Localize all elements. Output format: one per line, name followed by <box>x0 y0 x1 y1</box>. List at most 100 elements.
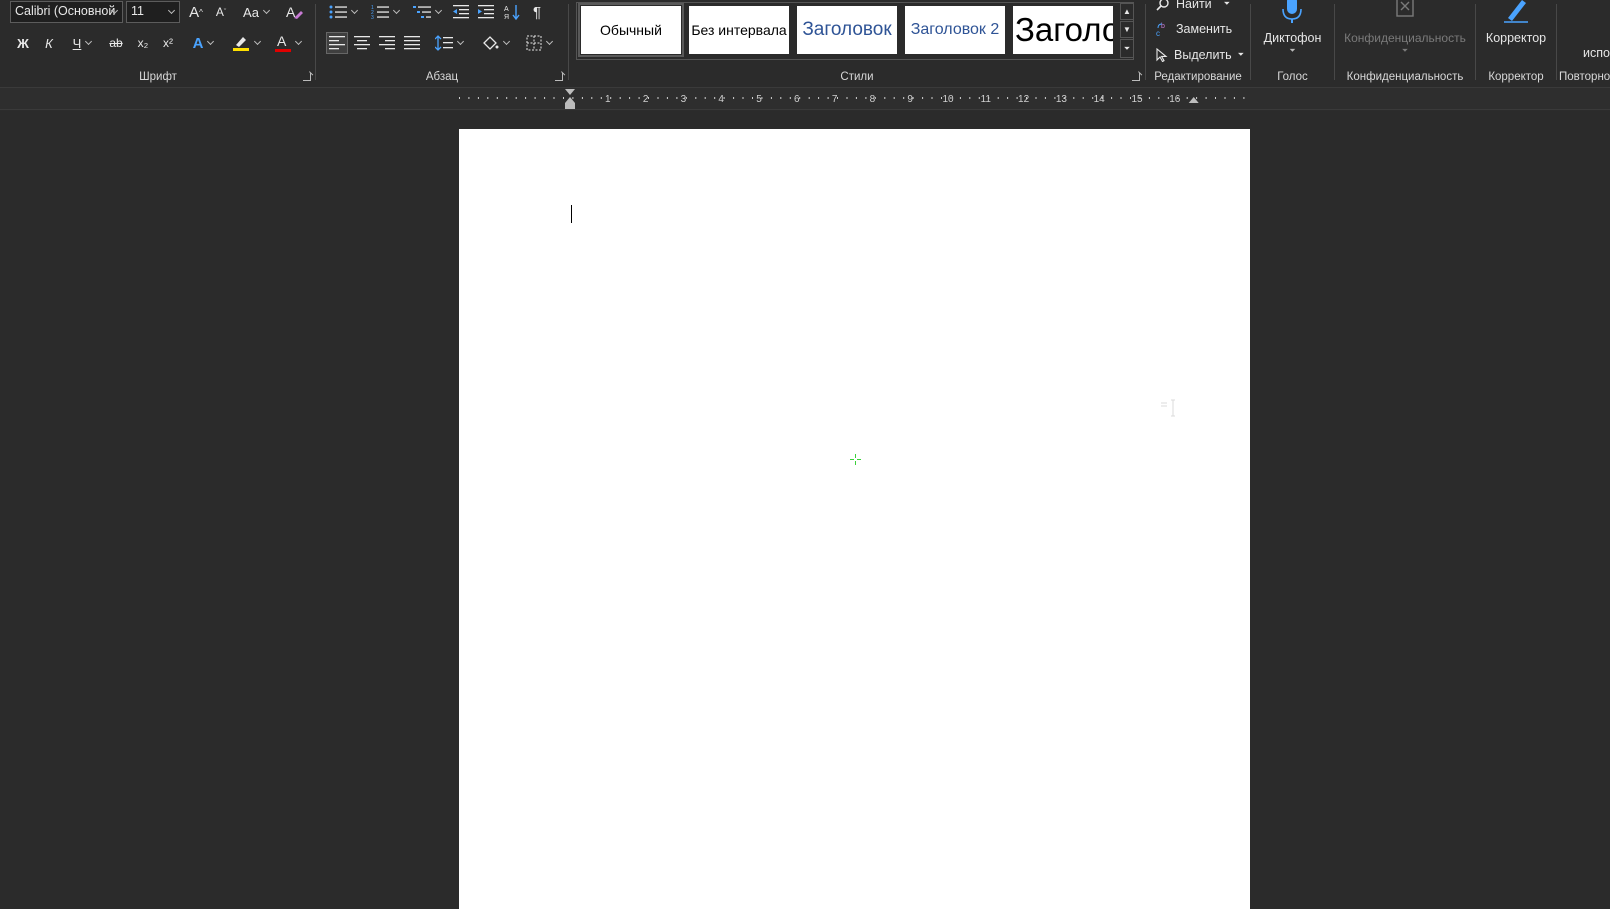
ruler-tick <box>780 97 782 99</box>
editor-button[interactable]: Корректор <box>1476 0 1556 62</box>
bold-button[interactable]: Ж <box>12 32 34 54</box>
styles-scroll-down[interactable]: ▼ <box>1120 21 1134 38</box>
align-left-button[interactable] <box>326 32 348 54</box>
ruler-number: 11 <box>981 94 992 105</box>
ruler-tick <box>733 97 735 99</box>
sort-icon: AЯ <box>504 5 520 20</box>
click-and-type-cursor-icon <box>1161 399 1175 417</box>
text-caret <box>571 205 572 223</box>
highlighter-icon <box>233 37 249 51</box>
font-color-button[interactable]: A <box>270 32 306 54</box>
multilevel-list-button[interactable] <box>408 1 446 23</box>
ruler-tick <box>666 97 668 99</box>
reuse-files-button[interactable]: испо <box>1583 46 1610 60</box>
italic-button[interactable]: К <box>38 32 60 54</box>
text-effects-button[interactable]: A <box>186 32 220 54</box>
bullets-button[interactable] <box>324 1 362 23</box>
align-right-button[interactable] <box>376 32 398 54</box>
ruler-tick <box>865 97 867 99</box>
ruler-tick <box>1158 97 1160 99</box>
strikethrough-button[interactable]: ab <box>104 32 128 54</box>
left-indent-marker[interactable] <box>565 103 575 109</box>
superscript-button[interactable]: x² <box>157 32 179 54</box>
font-size-combobox[interactable]: 11 <box>126 1 180 23</box>
ruler-tick <box>1196 97 1198 99</box>
document-page[interactable] <box>459 129 1250 909</box>
editor-group: Корректор Корректор <box>1476 0 1556 88</box>
paragraph-dialog-launcher[interactable] <box>555 73 563 81</box>
justify-button[interactable] <box>401 32 423 54</box>
ruler-tick <box>959 97 961 99</box>
ruler-tick <box>619 97 621 99</box>
ruler-tick <box>1120 97 1122 99</box>
align-left-icon <box>329 36 345 50</box>
show-marks-button[interactable]: ¶ <box>526 1 548 23</box>
find-button[interactable]: Найти ⏷ <box>1156 0 1230 11</box>
ruler-tick <box>884 97 886 99</box>
font-name-value: Calibri (Основной <box>15 4 116 18</box>
voice-group: Диктофон ⏷ Голос <box>1251 0 1334 88</box>
ruler-number: 3 <box>681 94 687 105</box>
subscript-button[interactable]: x₂ <box>132 32 154 54</box>
ruler-tick <box>770 97 772 99</box>
styles-dialog-launcher[interactable] <box>1132 73 1140 81</box>
ruler-number: 16 <box>1169 94 1181 105</box>
ruler-tick <box>1082 97 1084 99</box>
ruler-tick <box>638 97 640 99</box>
document-area[interactable] <box>0 111 1610 909</box>
privacy-group: Конфиденциальность ⏷ Конфиденциальность <box>1335 0 1475 88</box>
editor-group-label: Корректор <box>1488 71 1544 83</box>
ruler-tick <box>704 97 706 99</box>
borders-icon <box>526 35 542 51</box>
style-normal[interactable]: Обычный <box>578 3 684 57</box>
crosshair-icon <box>850 454 861 465</box>
sort-button[interactable]: AЯ <box>501 1 523 23</box>
dictate-button[interactable]: Диктофон ⏷ <box>1251 0 1334 62</box>
ribbon: Calibri (Основной 11 A ^ Aˇ Aa A Ж К Ч a… <box>0 0 1610 88</box>
styles-scroll-up[interactable]: ▲ <box>1120 3 1134 20</box>
ruler-tick <box>922 97 924 99</box>
ruler-tick <box>997 97 999 99</box>
decrease-indent-button[interactable] <box>450 1 472 23</box>
reuse-group: испо Повторно <box>1557 0 1610 88</box>
grow-font-button[interactable]: A ^ <box>185 1 207 23</box>
reuse-group-label: Повторно <box>1559 71 1610 83</box>
ruler-number: 15 <box>1131 94 1143 105</box>
shrink-font-button[interactable]: Aˇ <box>210 1 232 23</box>
ruler-tick <box>903 97 905 99</box>
ruler-number: 8 <box>870 94 876 105</box>
sensitivity-button[interactable]: Конфиденциальность ⏷ <box>1335 0 1475 62</box>
borders-button[interactable] <box>520 32 558 54</box>
align-center-button[interactable] <box>351 32 373 54</box>
style-heading-2[interactable]: Заголовок 2 <box>905 6 1005 54</box>
font-dialog-launcher[interactable] <box>303 73 311 81</box>
numbering-button[interactable]: 123 <box>366 1 404 23</box>
ruler-number: 14 <box>1094 94 1106 105</box>
ruler-number: 1 <box>605 94 611 105</box>
ruler-tick <box>600 97 602 99</box>
styles-more-button[interactable]: ⏷ <box>1120 39 1134 58</box>
highlight-button[interactable] <box>228 32 264 54</box>
clear-formatting-icon: A <box>286 4 303 20</box>
increase-indent-button[interactable] <box>475 1 497 23</box>
change-case-button[interactable]: Aa <box>238 1 274 23</box>
style-title[interactable]: Заголо <box>1013 6 1113 54</box>
clear-formatting-button[interactable]: A <box>283 1 305 23</box>
replace-button[interactable]: bc Заменить <box>1156 22 1232 36</box>
horizontal-ruler[interactable]: 1 2 3 4 5 6 7 8 9 10 11 12 13 14 15 16 <box>0 88 1610 110</box>
numbered-list-icon: 123 <box>371 5 389 20</box>
ruler-tick <box>855 97 857 99</box>
chevron-down-icon: ⏷ <box>1289 46 1296 55</box>
underline-button[interactable]: Ч <box>64 32 100 54</box>
ruler-number: 12 <box>1018 94 1030 105</box>
ruler-tick <box>827 97 829 99</box>
ruler-number: 2 <box>643 94 649 105</box>
style-heading-1[interactable]: Заголовок <box>797 6 897 54</box>
editor-pen-icon <box>1504 0 1528 23</box>
ruler-tick <box>525 97 527 99</box>
shading-button[interactable] <box>476 32 514 54</box>
line-spacing-button[interactable] <box>430 32 468 54</box>
font-name-combobox[interactable]: Calibri (Основной <box>10 1 123 23</box>
select-button[interactable]: Выделить ⏷ <box>1156 48 1244 62</box>
style-no-spacing[interactable]: Без интервала <box>689 6 789 54</box>
